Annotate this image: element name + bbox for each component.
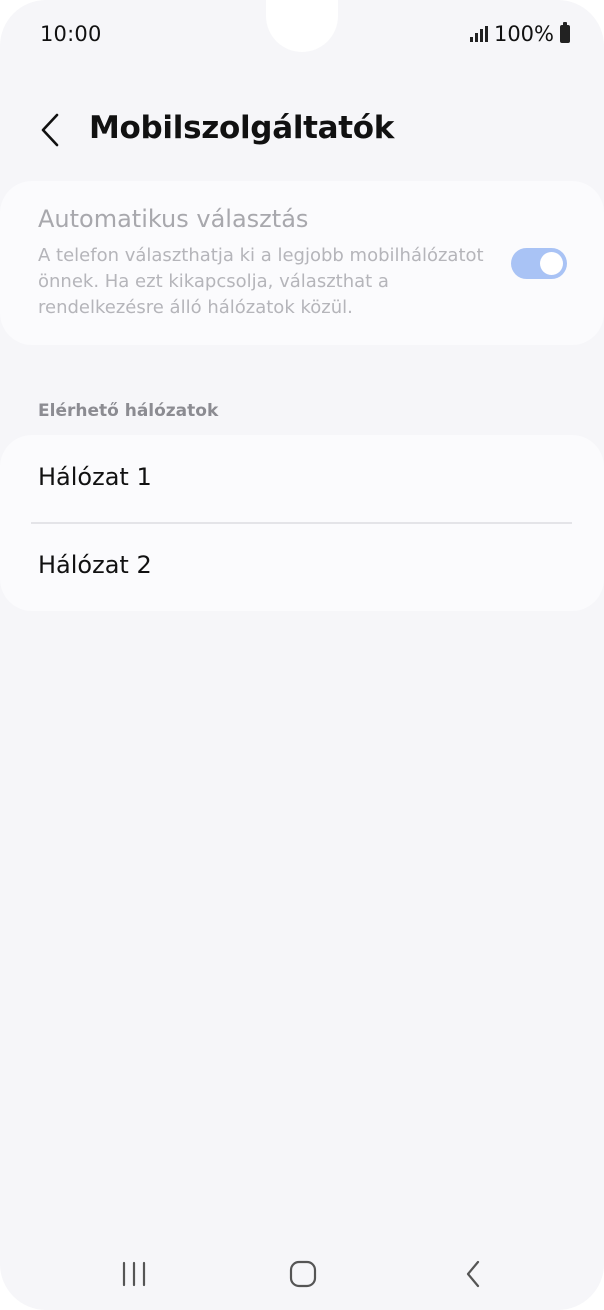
back-icon bbox=[466, 1260, 480, 1288]
page-title: Mobilszolgáltatók bbox=[89, 110, 395, 146]
chevron-left-icon bbox=[41, 113, 59, 147]
app-bar: Mobilszolgáltatók bbox=[0, 96, 604, 166]
network-label: Hálózat 2 bbox=[38, 551, 152, 579]
networks-list: Hálózat 1 Hálózat 2 bbox=[0, 435, 604, 611]
network-item-2[interactable]: Hálózat 2 bbox=[0, 523, 604, 611]
auto-select-card: Automatikus választás A telefon választh… bbox=[0, 181, 604, 345]
home-icon bbox=[289, 1260, 317, 1288]
back-button[interactable] bbox=[30, 108, 70, 152]
status-time: 10:00 bbox=[40, 22, 102, 46]
network-item-1[interactable]: Hálózat 1 bbox=[0, 435, 604, 524]
toggle-knob bbox=[540, 252, 563, 275]
battery-percent: 100% bbox=[493, 22, 554, 46]
phone-screen: 10:00 100% Mobilszolgáltatók Automatikus… bbox=[0, 0, 604, 1310]
status-bar: 10:00 100% bbox=[0, 0, 604, 70]
recents-button[interactable] bbox=[104, 1252, 164, 1296]
recents-icon bbox=[122, 1261, 146, 1287]
network-label: Hálózat 1 bbox=[38, 463, 152, 491]
navigation-bar bbox=[0, 1238, 604, 1310]
signal-bars-icon bbox=[469, 26, 488, 42]
auto-select-title: Automatikus választás bbox=[38, 205, 309, 233]
home-button[interactable] bbox=[273, 1252, 333, 1296]
battery-full-icon bbox=[560, 22, 570, 43]
status-indicators: 100% bbox=[469, 22, 570, 46]
section-label-available-networks: Elérhető hálózatok bbox=[38, 401, 219, 421]
auto-select-toggle[interactable] bbox=[511, 248, 567, 279]
auto-select-description: A telefon választhatja ki a legjobb mobi… bbox=[38, 245, 484, 318]
nav-back-button[interactable] bbox=[443, 1252, 503, 1296]
